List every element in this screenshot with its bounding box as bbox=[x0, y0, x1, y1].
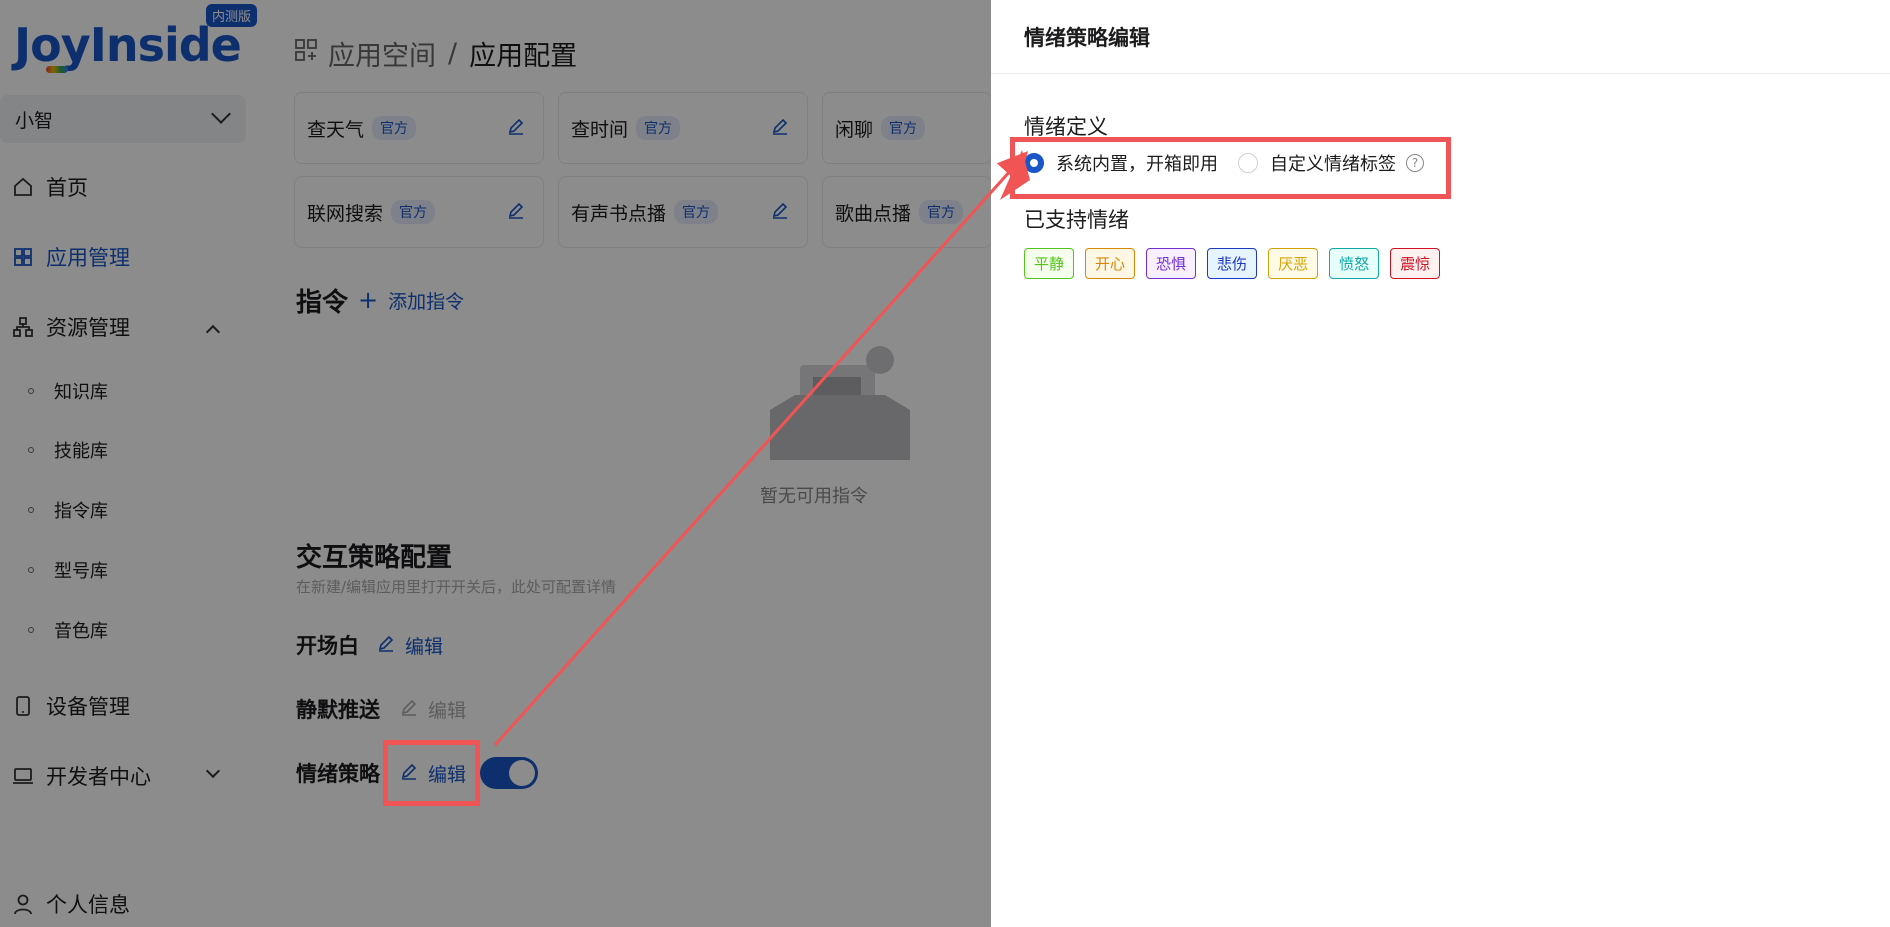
annotation-arrow bbox=[493, 150, 1030, 747]
